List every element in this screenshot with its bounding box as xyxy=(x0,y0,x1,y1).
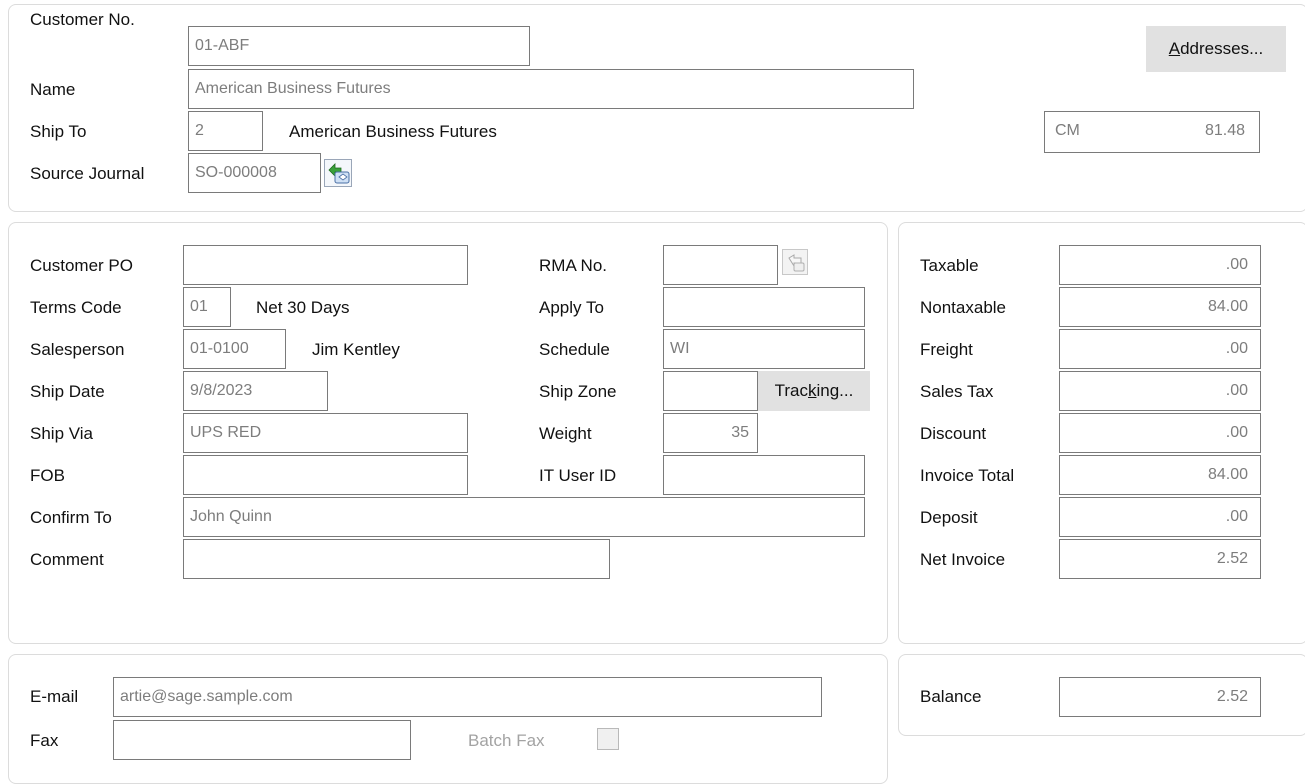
invoice-total-field: 84.00 xyxy=(1059,455,1261,495)
terms-description: Net 30 Days xyxy=(256,298,350,317)
cm-amount-field: CM 81.48 xyxy=(1044,111,1260,153)
nontaxable-field: 84.00 xyxy=(1059,287,1261,327)
nontaxable-label: Nontaxable xyxy=(920,298,1007,317)
ship-via-field[interactable]: UPS RED xyxy=(183,413,468,453)
customer-no-field[interactable]: 01-ABF xyxy=(188,26,530,66)
cm-label: CM xyxy=(1055,122,1080,139)
confirm-to-field[interactable]: John Quinn xyxy=(183,497,865,537)
cm-amount: 81.48 xyxy=(1204,122,1245,139)
source-journal-label: Source Journal xyxy=(30,164,145,183)
sales-tax-field: .00 xyxy=(1059,371,1261,411)
ship-date-field[interactable]: 9/8/2023 xyxy=(183,371,328,411)
ship-via-label: Ship Via xyxy=(30,424,94,443)
source-journal-field[interactable]: SO-000008 xyxy=(188,153,321,193)
comment-label: Comment xyxy=(30,550,104,569)
freight-label: Freight xyxy=(920,340,973,359)
batch-fax-checkbox[interactable] xyxy=(597,728,619,750)
lookup-icon[interactable] xyxy=(782,249,808,275)
balance-label: Balance xyxy=(920,687,982,706)
customer-no-label: Customer No. xyxy=(30,10,135,29)
salesperson-label: Salesperson xyxy=(30,340,125,359)
contact-panel xyxy=(8,654,888,784)
it-user-id-label: IT User ID xyxy=(539,466,617,485)
apply-to-label: Apply To xyxy=(539,298,604,317)
terms-code-field[interactable]: 01 xyxy=(183,287,231,327)
sales-tax-label: Sales Tax xyxy=(920,382,994,401)
email-field[interactable]: artie@sage.sample.com xyxy=(113,677,822,717)
schedule-label: Schedule xyxy=(539,340,610,359)
comment-field[interactable] xyxy=(183,539,610,579)
fax-field[interactable] xyxy=(113,720,411,760)
it-user-id-field[interactable] xyxy=(663,455,865,495)
batch-fax-label: Batch Fax xyxy=(468,731,545,750)
customer-po-field[interactable] xyxy=(183,245,468,285)
salesperson-name: Jim Kentley xyxy=(312,340,400,359)
rma-no-field[interactable] xyxy=(663,245,778,285)
ship-to-code-field[interactable]: 2 xyxy=(188,111,263,151)
ship-zone-field[interactable] xyxy=(663,371,758,411)
terms-code-label: Terms Code xyxy=(30,298,122,317)
rma-no-label: RMA No. xyxy=(539,256,608,275)
balance-field: 2.52 xyxy=(1059,677,1261,717)
schedule-field[interactable]: WI xyxy=(663,329,865,369)
ship-zone-label: Ship Zone xyxy=(539,382,617,401)
deposit-label: Deposit xyxy=(920,508,978,527)
ship-to-name: American Business Futures xyxy=(289,122,497,141)
freight-field[interactable]: .00 xyxy=(1059,329,1261,369)
tracking-button[interactable]: Tracking... xyxy=(758,371,870,411)
drill-down-lookup-icon[interactable] xyxy=(324,159,352,187)
confirm-to-label: Confirm To xyxy=(30,508,112,527)
discount-label: Discount xyxy=(920,424,987,443)
weight-field[interactable]: 35 xyxy=(663,413,758,453)
addresses-button[interactable]: Addresses... xyxy=(1146,26,1286,72)
salesperson-code-field[interactable]: 01-0100 xyxy=(183,329,286,369)
invoice-total-label: Invoice Total xyxy=(920,466,1015,485)
fob-field[interactable] xyxy=(183,455,468,495)
name-field[interactable]: American Business Futures xyxy=(188,69,914,109)
customer-po-label: Customer PO xyxy=(30,256,133,275)
name-label: Name xyxy=(30,80,76,99)
email-label: E-mail xyxy=(30,687,79,706)
fob-label: FOB xyxy=(30,466,65,485)
net-invoice-label: Net Invoice xyxy=(920,550,1006,569)
weight-label: Weight xyxy=(539,424,592,443)
fax-label: Fax xyxy=(30,731,59,750)
taxable-label: Taxable xyxy=(920,256,979,275)
net-invoice-field: 2.52 xyxy=(1059,539,1261,579)
ship-to-label: Ship To xyxy=(30,122,87,141)
ship-date-label: Ship Date xyxy=(30,382,105,401)
discount-field[interactable]: .00 xyxy=(1059,413,1261,453)
apply-to-field[interactable] xyxy=(663,287,865,327)
taxable-field: .00 xyxy=(1059,245,1261,285)
deposit-field: .00 xyxy=(1059,497,1261,537)
